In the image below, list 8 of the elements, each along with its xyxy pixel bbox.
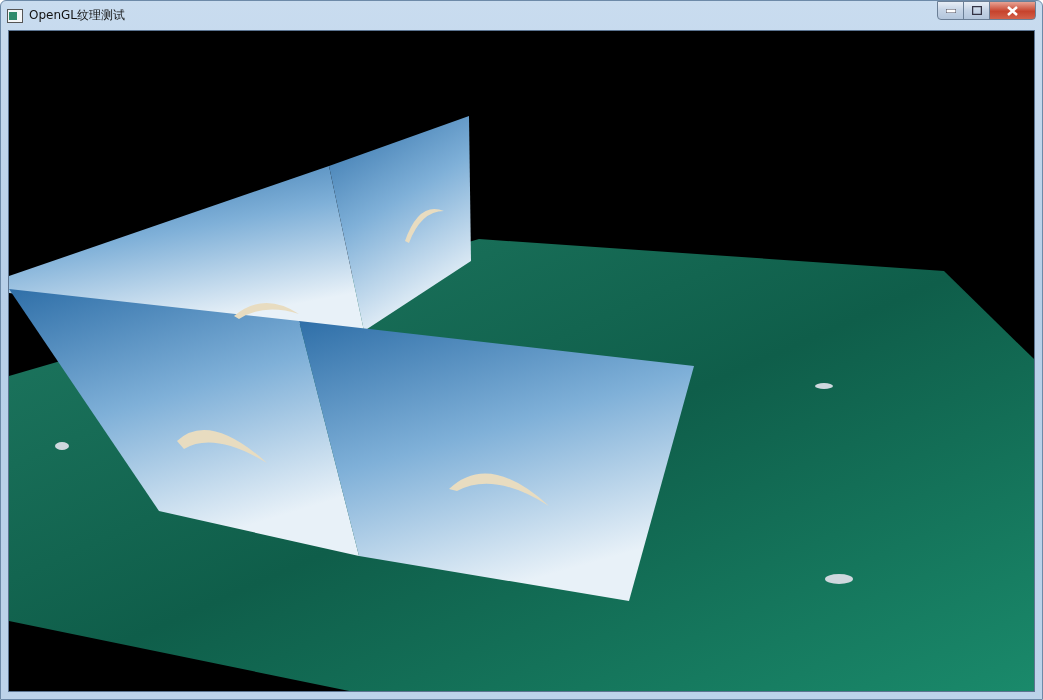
minimize-button[interactable] xyxy=(937,1,964,20)
close-icon xyxy=(1007,5,1018,16)
minimize-icon xyxy=(945,8,956,13)
maximize-button[interactable] xyxy=(963,1,990,20)
maximize-icon xyxy=(971,6,982,15)
window-title: OpenGL纹理测试 xyxy=(29,7,127,24)
window-icon xyxy=(7,8,23,23)
close-button[interactable] xyxy=(989,1,1036,20)
